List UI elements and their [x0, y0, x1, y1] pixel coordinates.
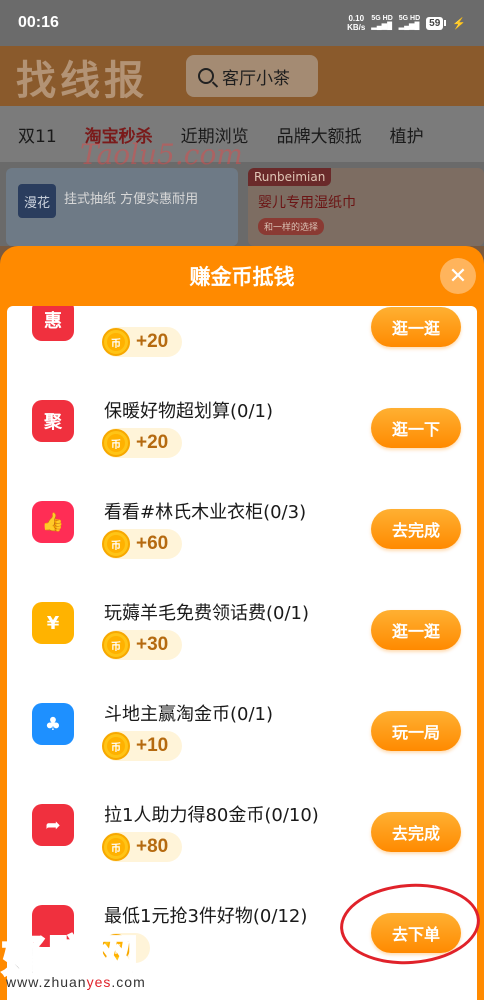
brand-tag: Runbeimian	[248, 168, 332, 186]
status-indicators: 0.10 KB/s 5G HD ▂▄▆█ 5G HD ▂▄▆█ 59 ⚡	[347, 14, 466, 32]
task-name: 看看#林氏木业衣柜(0/3)	[104, 502, 307, 523]
coin-icon: 币	[102, 631, 130, 659]
task-reward: 币 +10	[102, 731, 183, 761]
ju-icon: 聚	[32, 400, 74, 442]
modal-header: 赚金币抵钱 ✕	[0, 246, 484, 306]
task-row: 聚 保暖好物超划算(0/1) 币 +20 逛一下	[7, 366, 477, 467]
task-row: 👍 看看#林氏木业衣柜(0/3) 币 +60 去完成	[7, 467, 477, 568]
task-reward: 币 +30	[102, 630, 183, 660]
tab-double11[interactable]: 双11	[18, 122, 57, 147]
reward-amount: +20	[136, 331, 169, 352]
task-action-button[interactable]: 逛一逛	[371, 610, 461, 650]
modal-title: 赚金币抵钱	[189, 265, 295, 289]
coin-icon: 币	[102, 328, 130, 356]
coin-icon: 币	[102, 732, 130, 760]
task-name: 斗地主赢淘金币(0/1)	[104, 704, 274, 725]
product-title: 婴儿专用湿纸巾	[258, 195, 356, 211]
tab-brand-discount[interactable]: 品牌大额抵	[277, 122, 362, 147]
close-button[interactable]: ✕	[440, 258, 476, 294]
network-speed: 0.10 KB/s	[347, 14, 366, 32]
brand-logo: 漫花	[18, 184, 56, 218]
reward-amount: +10	[136, 735, 169, 756]
signal-1: 5G HD ▂▄▆█	[371, 15, 393, 30]
task-row: ¥ 玩薅羊毛免费领话费(0/1) 币 +30 逛一逛	[7, 568, 477, 669]
lightning-icon: ⚡	[452, 17, 466, 30]
watermark-top: 找线报	[16, 57, 148, 104]
task-row: ♣ 斗地主赢淘金币(0/1) 币 +10 玩一局	[7, 669, 477, 770]
thumbs-up-icon: 👍	[32, 501, 74, 543]
reward-amount: +20	[136, 432, 169, 453]
search-icon	[198, 68, 214, 84]
task-name: 保暖好物超划算(0/1)	[104, 401, 274, 422]
product-card-tissue[interactable]: 漫花 挂式抽纸 方便实惠耐用	[6, 168, 238, 246]
task-name: 拉1人助力得80金币(0/10)	[104, 805, 319, 826]
yen-ticket-icon: ¥	[32, 602, 74, 644]
task-action-button[interactable]: 去完成	[371, 812, 461, 852]
task-row: ➦ 拉1人助力得80金币(0/10) 币 +80 去完成	[7, 770, 477, 871]
task-name: 玩薅羊毛免费领话费(0/1)	[104, 603, 310, 624]
battery-icon: 59	[426, 16, 447, 30]
product-subtag: 和一样的选择	[258, 218, 325, 235]
product-card-wipes[interactable]: Runbeimian 婴儿专用湿纸巾 和一样的选择	[248, 168, 484, 246]
signal-2: 5G HD ▂▄▆█	[398, 15, 421, 30]
task-action-button[interactable]: 逛一下	[371, 408, 461, 448]
product-slogan: 挂式抽纸 方便实惠耐用	[64, 192, 199, 207]
search-bar[interactable]: 客厅小茶	[186, 55, 318, 97]
task-list: 惠币 +20 逛一逛聚保暖好物超划算(0/1) 币 +20 逛一下 👍 看看#林氏木业衣柜(0…	[7, 306, 477, 972]
watermark-mid: Taolu5.com	[80, 138, 243, 171]
status-time: 00:16	[18, 14, 59, 31]
tab-plant-care[interactable]: 植护	[390, 122, 424, 147]
coin-icon: 币	[102, 429, 130, 457]
share-arrow-icon: ➦	[32, 804, 74, 846]
task-action-button[interactable]: 去完成	[371, 509, 461, 549]
hui-icon: 惠	[32, 306, 74, 341]
coin-icon: 币	[102, 833, 130, 861]
reward-amount: +30	[136, 634, 169, 655]
reward-amount: +60	[136, 533, 169, 554]
task-action-button[interactable]: 逛一逛	[371, 307, 461, 347]
task-action-button[interactable]: 玩一局	[371, 711, 461, 751]
club-card-icon: ♣	[32, 703, 74, 745]
task-row: 惠币 +20 逛一逛	[7, 306, 477, 366]
watermark-bottom: 好赚网 www.zhuanyes.com	[1, 930, 146, 990]
task-reward: 币 +20	[102, 428, 183, 458]
coin-icon: 币	[102, 530, 130, 558]
status-bar: 00:16 0.10 KB/s 5G HD ▂▄▆█ 5G HD ▂▄▆█ 59 ⚡	[0, 0, 484, 46]
task-reward: 币 +80	[102, 832, 183, 862]
task-reward: 币 +20	[102, 327, 183, 357]
reward-amount: +80	[136, 836, 169, 857]
task-reward: 币 +60	[102, 529, 183, 559]
